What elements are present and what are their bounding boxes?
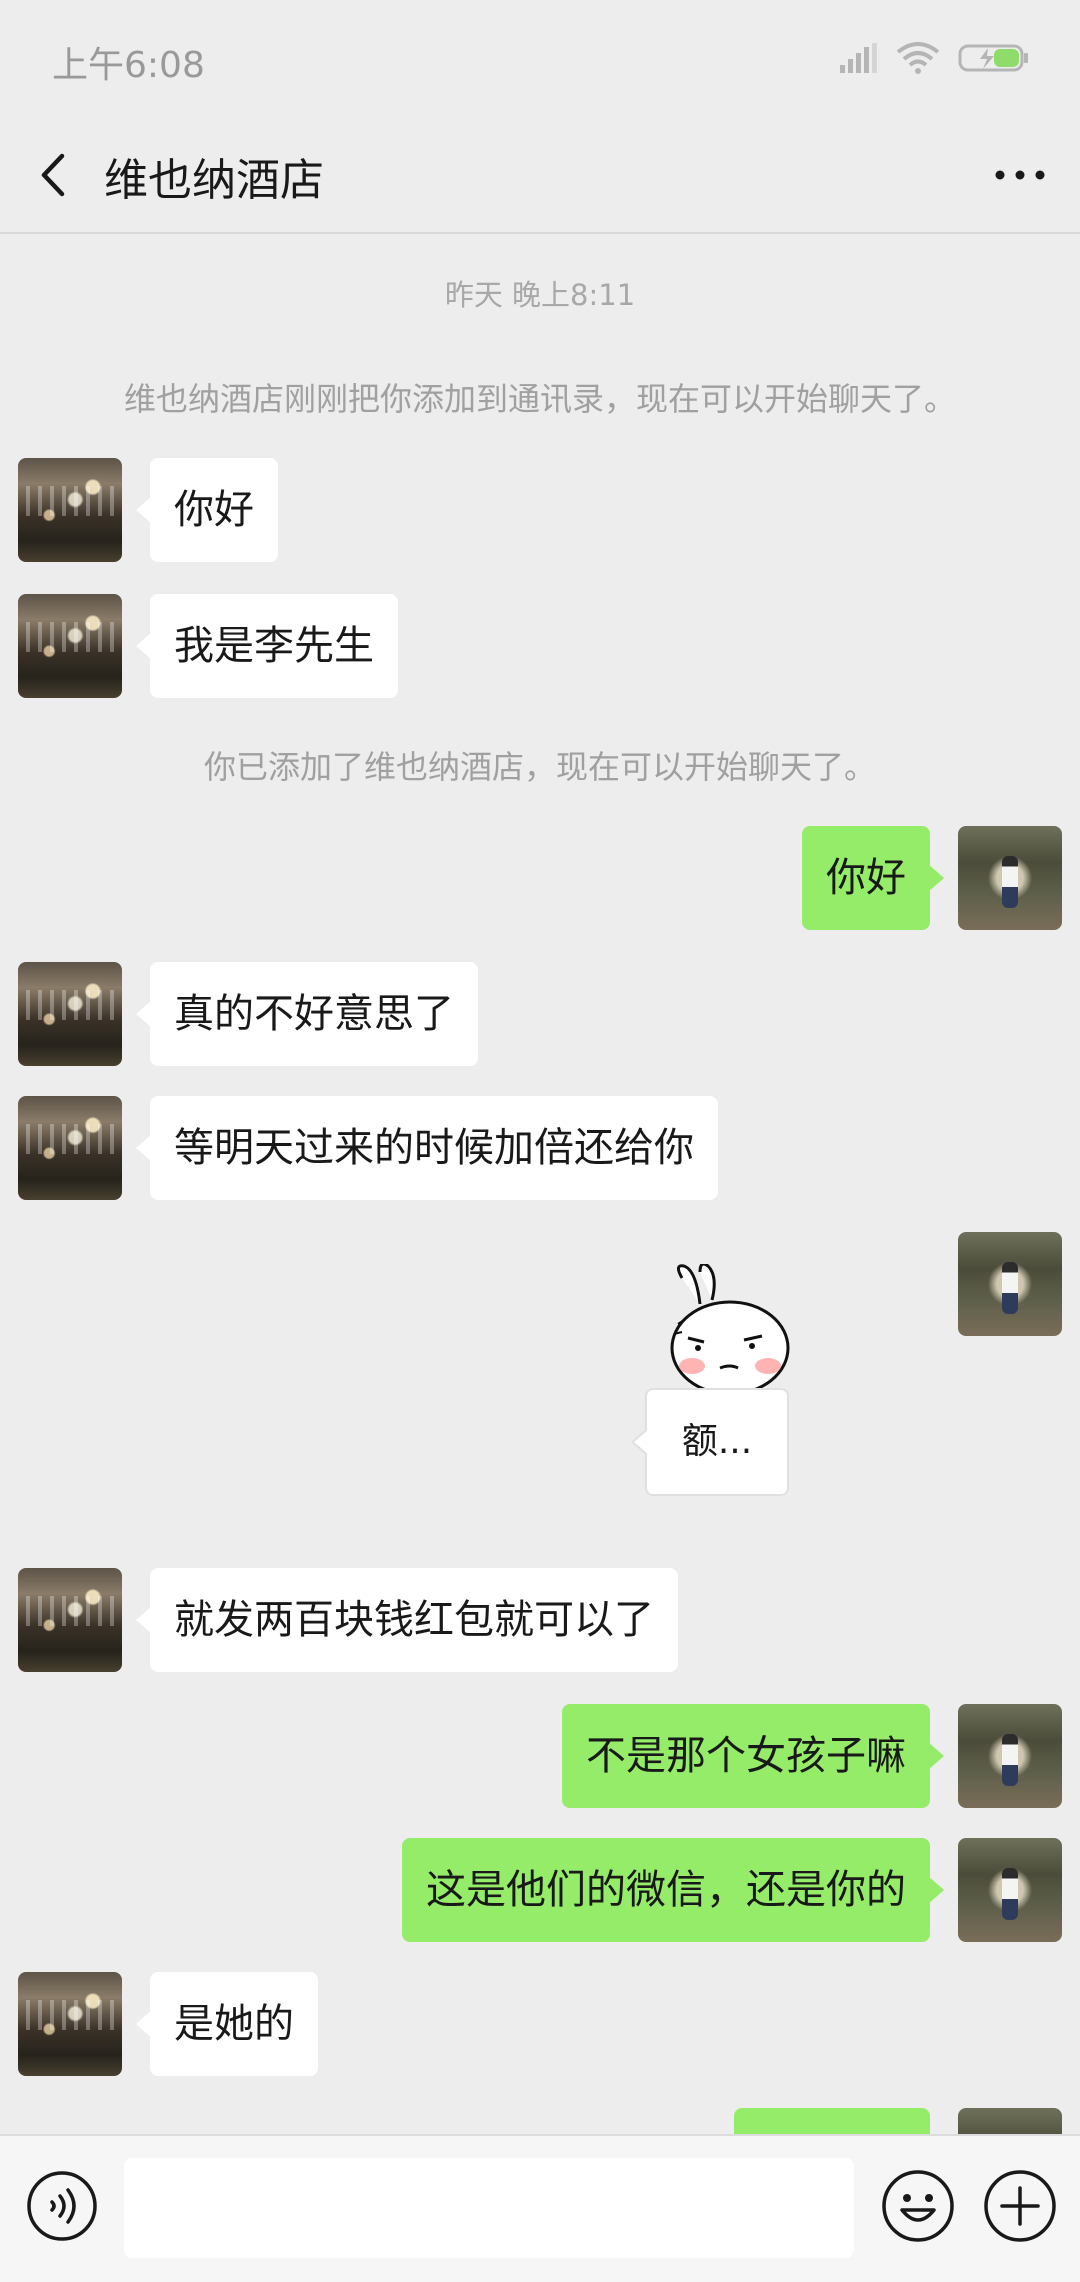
- contact-avatar[interactable]: [18, 458, 122, 562]
- message-bubble-incoming[interactable]: 就发两百块钱红包就可以了: [136, 1568, 678, 1672]
- message-input[interactable]: [124, 2158, 854, 2258]
- plus-circle-icon[interactable]: [982, 2168, 1058, 2244]
- system-message: 你已添加了维也纳酒店，现在可以开始聊天了。: [203, 748, 876, 786]
- status-icons: [838, 40, 1030, 76]
- input-bar: [0, 2134, 1080, 2282]
- system-message: 维也纳酒店刚刚把你添加到通讯录，现在可以开始聊天了。: [123, 380, 956, 418]
- voice-icon[interactable]: [26, 2170, 98, 2242]
- contact-avatar[interactable]: [18, 1972, 122, 2076]
- message-bubble-incoming[interactable]: 我是李先生: [136, 594, 398, 698]
- message-bubble-incoming[interactable]: 真的不好意思了: [136, 962, 478, 1066]
- my-avatar[interactable]: [958, 2108, 1062, 2134]
- chat-title: 维也纳酒店: [104, 155, 324, 206]
- my-avatar[interactable]: [958, 1838, 1062, 1942]
- sticker-caption[interactable]: 额...: [631, 1388, 789, 1496]
- contact-avatar[interactable]: [18, 1096, 122, 1200]
- message-bubble-incoming[interactable]: 是她的: [136, 1972, 318, 2076]
- status-time: 上午6:08: [52, 45, 205, 86]
- message-bubble-outgoing[interactable]: 这是他们的微信，还是你的: [402, 1838, 944, 1942]
- more-dots-icon[interactable]: [990, 152, 1050, 198]
- message-bubble-incoming[interactable]: 等明天过来的时候加倍还给你: [136, 1096, 718, 1200]
- chat-timestamp: 昨天 晚上8:11: [444, 278, 636, 312]
- my-avatar[interactable]: [958, 1704, 1062, 1808]
- contact-avatar[interactable]: [18, 594, 122, 698]
- message-bubble-outgoing[interactable]: 你好: [802, 826, 944, 930]
- bunny-sticker-icon[interactable]: [660, 1264, 800, 1394]
- contact-avatar[interactable]: [18, 1568, 122, 1672]
- my-avatar[interactable]: [958, 826, 1062, 930]
- message-bubble-outgoing[interactable]: 不是那个女孩子嘛: [562, 1704, 944, 1808]
- message-bubble-incoming[interactable]: 你好: [136, 458, 278, 562]
- status-bar: 上午6:08: [0, 0, 1080, 118]
- signal-icon: [840, 43, 877, 73]
- chat-header: 维也纳酒店: [0, 118, 1080, 234]
- chat-area[interactable]: 昨天 晚上8:11 维也纳酒店刚刚把你添加到通讯录，现在可以开始聊天了。 你好 …: [0, 234, 1080, 2134]
- chevron-left-icon[interactable]: [32, 148, 82, 202]
- my-avatar[interactable]: [958, 1232, 1062, 1336]
- contact-avatar[interactable]: [18, 962, 122, 1066]
- message-bubble-outgoing-partial[interactable]: [734, 2108, 930, 2134]
- battery-charging-icon: [958, 44, 1028, 72]
- wifi-icon: [896, 42, 940, 74]
- emoji-icon[interactable]: [880, 2168, 956, 2244]
